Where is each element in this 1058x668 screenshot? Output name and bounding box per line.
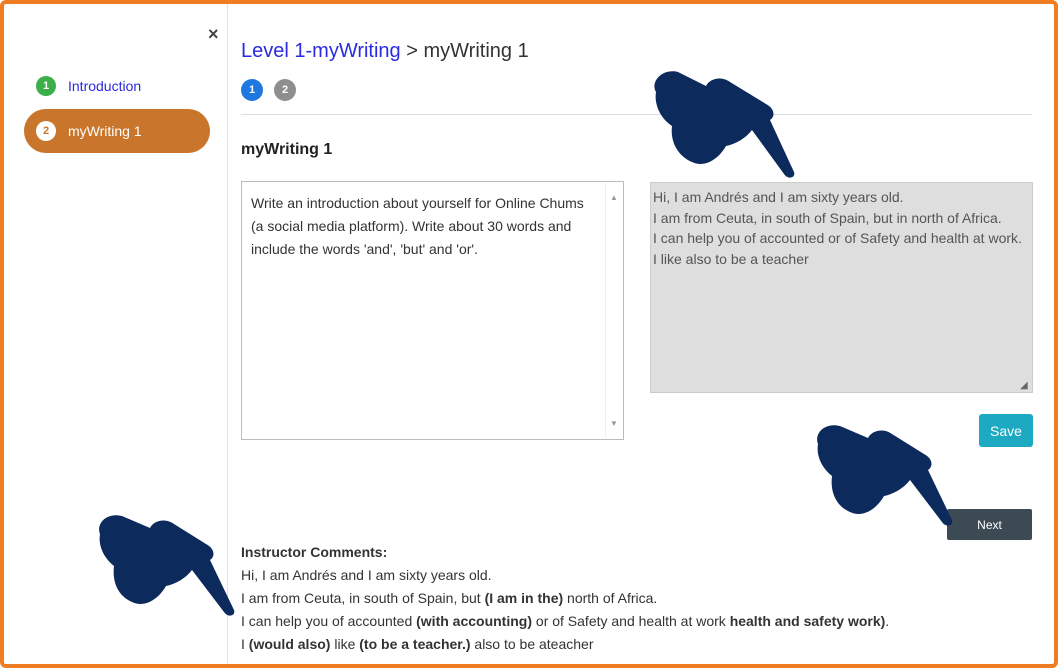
prompt-box[interactable]: Write an introduction about yourself for…: [241, 181, 624, 440]
comment-line: I (would also) like (to be a teacher.) a…: [241, 633, 889, 656]
save-button[interactable]: Save: [979, 414, 1033, 447]
nav-badge-introduction: 1: [36, 76, 56, 96]
step-1[interactable]: 1: [241, 79, 263, 101]
comment-text: I: [241, 636, 249, 652]
comment-text: like: [330, 636, 360, 652]
section-title: myWriting 1: [241, 141, 333, 158]
pointing-hand-icon: [654, 71, 795, 178]
answer-textarea[interactable]: Hi, I am Andrés and I am sixty years old…: [650, 182, 1033, 393]
comment-line: I am from Ceuta, in south of Spain, but …: [241, 587, 889, 610]
step-2[interactable]: 2: [274, 79, 296, 101]
comment-correction: (I am in the): [484, 590, 564, 606]
comment-text: I can help you of accounted: [241, 613, 417, 629]
comment-text: north of Africa.: [563, 590, 658, 606]
pointing-hand-icon: [817, 425, 953, 526]
close-icon[interactable]: ×: [208, 24, 219, 45]
prompt-scrollbar[interactable]: ▲ ▼: [605, 183, 622, 438]
nav-badge-mywriting-1: 2: [36, 121, 56, 141]
comment-line: I can help you of accounted (with accoun…: [241, 610, 889, 633]
breadcrumb-separator: >: [400, 40, 424, 62]
next-button[interactable]: Next: [947, 509, 1032, 540]
sidebar-item-label: myWriting 1: [68, 123, 142, 139]
comments-title: Instructor Comments:: [241, 544, 388, 560]
comment-correction: health and safety work): [729, 613, 886, 629]
instructor-comments: Instructor Comments: Hi, I am Andrés and…: [241, 541, 889, 656]
comment-text: I am from Ceuta, in south of Spain, but: [241, 590, 485, 606]
scroll-up-icon[interactable]: ▲: [610, 186, 618, 209]
comment-correction: (would also): [248, 636, 331, 652]
comment-correction: (with accounting): [416, 613, 533, 629]
breadcrumb-current: myWriting 1: [423, 40, 529, 62]
scroll-down-icon[interactable]: ▼: [610, 412, 618, 435]
pointing-hand-icon: [99, 515, 235, 616]
prompt-text: Write an introduction about yourself for…: [251, 195, 584, 257]
comment-correction: (to be a teacher.): [359, 636, 471, 652]
step-indicator: 1 2: [241, 79, 296, 101]
divider: [241, 114, 1032, 115]
sidebar-item-mywriting-1[interactable]: 2 myWriting 1: [24, 109, 210, 153]
resize-grip-icon[interactable]: ◢: [1020, 380, 1028, 391]
sidebar-item-label: Introduction: [68, 78, 142, 94]
comment-text: also to be ateacher: [470, 636, 594, 652]
breadcrumb: Level 1-myWriting > myWriting 1: [241, 40, 529, 63]
comment-line: Hi, I am Andrés and I am sixty years old…: [241, 567, 492, 583]
breadcrumb-link[interactable]: Level 1-myWriting: [241, 40, 401, 62]
comment-text: or of Safety and health at work: [532, 613, 730, 629]
comment-text: .: [885, 613, 890, 629]
sidebar-item-introduction[interactable]: 1 Introduction: [24, 64, 210, 108]
